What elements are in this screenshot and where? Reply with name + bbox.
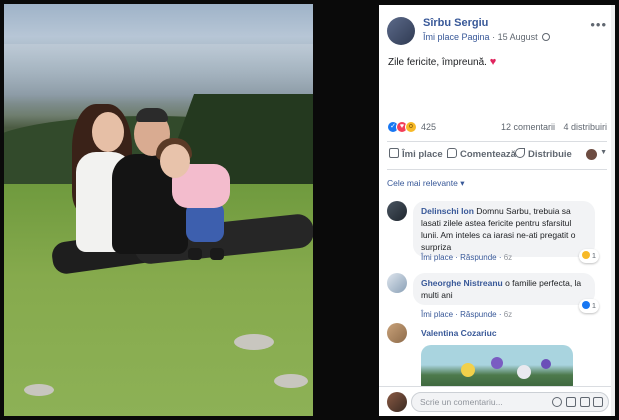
comment-author[interactable]: Delinschi Ion [421, 206, 474, 216]
emoji-icon[interactable] [552, 397, 562, 407]
globe-icon[interactable] [542, 33, 551, 41]
like-button[interactable]: Îmi place [389, 148, 443, 160]
comment-author[interactable]: Valentina Cozariuc [421, 328, 497, 338]
shares-count[interactable]: 4 distribuiri [563, 122, 607, 132]
woman-figure [92, 112, 124, 152]
comment-bubble-icon [447, 148, 457, 158]
flower-shape [517, 365, 531, 379]
comment-item: Valentina Cozariuc [387, 323, 607, 395]
rock [234, 334, 274, 350]
share-arrow-icon [515, 148, 525, 158]
react-as-avatar[interactable] [586, 149, 597, 160]
camera-icon[interactable] [566, 397, 576, 407]
comment-label: Comentează [460, 149, 516, 160]
like-page-link[interactable]: Îmi place Pagina [423, 32, 490, 42]
girl-figure [160, 144, 190, 178]
sticker-icon[interactable] [593, 397, 603, 407]
comment-input-placeholder: Scrie un comentariu... [420, 397, 503, 407]
comment-bubble: Valentina Cozariuc [413, 323, 505, 343]
comment-reply-link[interactable]: Răspunde [460, 310, 496, 319]
write-comment-bar: Scrie un comentariu... [379, 386, 615, 416]
reaction-count[interactable]: 425 [421, 122, 436, 132]
scrollbar[interactable] [611, 5, 615, 416]
post-meta: Îmi place Pagina · 15 August [423, 32, 551, 42]
comment-bubble: Gheorghe Nistreanu o familie perfecta, l… [413, 273, 599, 313]
chevron-down-icon[interactable]: ▼ [600, 149, 607, 156]
rock [274, 374, 308, 388]
post-details-panel: Sîrbu Sergiu Îmi place Pagina · 15 Augus… [379, 5, 615, 416]
flower-shape [541, 359, 551, 369]
comment-time[interactable]: 6z [504, 253, 512, 262]
commenter-avatar[interactable] [387, 323, 407, 343]
comments-count[interactable]: 12 comentarii [501, 122, 555, 132]
post-caption: Zile fericite, împreună. [388, 57, 487, 68]
thumbs-up-icon [389, 148, 399, 158]
like-reaction-icon [581, 301, 590, 309]
post-date[interactable]: 15 August [498, 32, 538, 42]
comment-like-link[interactable]: Îmi place [421, 310, 453, 319]
heart-emoji-icon: ♥ [489, 56, 497, 68]
comment-reaction-count: 1 [591, 251, 596, 260]
page-avatar[interactable] [387, 17, 415, 45]
page-name-link[interactable]: Sîrbu Sergiu [423, 17, 488, 29]
gif-icon[interactable] [580, 397, 590, 407]
comment-item: Gheorghe Nistreanu o familie perfecta, l… [387, 273, 607, 319]
divider [387, 169, 607, 170]
comment-like-link[interactable]: Îmi place [421, 253, 453, 262]
comment-actions: Îmi place · Răspunde · 6z [421, 253, 513, 262]
commenter-avatar[interactable] [387, 201, 407, 221]
haha-reaction-icon [581, 251, 590, 259]
rock [24, 384, 54, 396]
comment-sort-dropdown[interactable]: Cele mai relevante ▾ [387, 178, 465, 189]
share-button[interactable]: Distribuie [515, 148, 572, 160]
girl-figure [188, 248, 202, 260]
girl-figure [186, 202, 224, 242]
comment-button[interactable]: Comentează [447, 148, 516, 160]
flower-shape [491, 357, 503, 369]
man-figure [136, 108, 168, 122]
divider [387, 141, 607, 142]
share-label: Distribuie [528, 149, 572, 160]
comment-reply-link[interactable]: Răspunde [460, 253, 496, 262]
post-actions: Îmi place Comentează Distribuie ▼ [387, 146, 607, 164]
comment-time[interactable]: 6z [504, 310, 512, 319]
comment-reaction-count: 1 [591, 301, 596, 310]
more-options-icon[interactable]: ••• [590, 17, 607, 32]
girl-figure [210, 248, 224, 260]
comment-input[interactable]: Scrie un comentariu... [411, 392, 609, 412]
like-label: Îmi place [402, 149, 443, 160]
comment-actions: Îmi place · Răspunde · 6z [421, 310, 513, 319]
comment-author[interactable]: Gheorghe Nistreanu [421, 278, 503, 288]
engagement-counts: 12 comentarii 4 distribuiri [495, 122, 607, 132]
wow-reaction-icon[interactable]: o [405, 121, 417, 133]
flower-shape [461, 363, 475, 377]
post-photo[interactable] [4, 4, 313, 416]
comment-item: Delinschi Ion Domnu Sarbu, trebuia sa la… [387, 201, 607, 263]
commenter-avatar[interactable] [387, 273, 407, 293]
current-user-avatar [387, 392, 407, 412]
reactions-bar: ✓ ♥ o 425 12 comentarii 4 distribuiri [387, 121, 607, 135]
post-header: Sîrbu Sergiu Îmi place Pagina · 15 Augus… [387, 15, 607, 47]
comment-reactions[interactable]: 1 [578, 299, 599, 313]
post-text: Zile fericite, împreună. ♥ [388, 56, 496, 68]
comment-reactions[interactable]: 1 [578, 249, 599, 263]
comment-bubble: Delinschi Ion Domnu Sarbu, trebuia sa la… [413, 201, 599, 263]
